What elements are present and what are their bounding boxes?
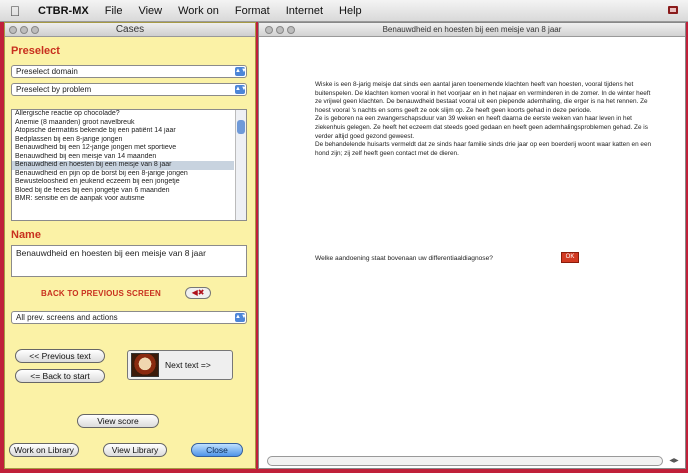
case-name-field[interactable]: Benauwdheid en hoesten bij een meisje va… bbox=[11, 245, 247, 277]
preselect-domain-value: Preselect domain bbox=[16, 67, 78, 76]
select-arrows-icon: ▲▼ bbox=[235, 313, 247, 322]
close-button[interactable]: Close bbox=[191, 443, 243, 457]
close-window-icon[interactable] bbox=[265, 26, 273, 34]
case-list-item[interactable]: Bloed bij de feces bij een jongetje van … bbox=[12, 187, 234, 196]
select-arrows-icon: ▲▼ bbox=[235, 67, 247, 76]
case-text-body: Wiske is een 8-jarig meisje dat sinds ee… bbox=[315, 81, 655, 158]
view-score-button[interactable]: View score bbox=[77, 414, 159, 428]
menu-help[interactable]: Help bbox=[331, 5, 370, 17]
case-paragraph: De behandelende huisarts vermeldt dat ze… bbox=[315, 141, 652, 157]
next-text-button[interactable]: Next text => bbox=[127, 350, 233, 380]
desktop:  CTBR-MX File View Work on Format Inter… bbox=[0, 0, 688, 473]
name-label: Name bbox=[11, 229, 41, 241]
view-library-button[interactable]: View Library bbox=[103, 443, 167, 457]
next-text-label: Next text => bbox=[165, 360, 211, 370]
case-paragraph: Wiske is een 8-jarig meisje dat sinds ee… bbox=[315, 81, 651, 114]
case-list-item[interactable]: Anemie (8 maanden) groot navelbreuk bbox=[12, 119, 234, 128]
preselect-label: Preselect bbox=[11, 45, 60, 57]
zoom-window-icon[interactable] bbox=[287, 26, 295, 34]
case-list-item[interactable]: BMR: sensitie en de aanpak voor autisme bbox=[12, 195, 234, 204]
case-list-item[interactable]: Bewusteloosheid en jeukend eczeem bij ee… bbox=[12, 178, 234, 187]
case-text-titlebar[interactable]: Benauwdheid en hoesten bij een meisje va… bbox=[259, 23, 685, 37]
window-controls bbox=[9, 26, 39, 34]
previous-screens-select[interactable]: All prev. screens and actions ▲▼ bbox=[11, 311, 247, 324]
select-arrows-icon: ▲▼ bbox=[235, 85, 247, 94]
diagnosis-question: Welke aandoening staat bovenaan uw diffe… bbox=[315, 255, 493, 262]
case-text-window: Benauwdheid en hoesten bij een meisje va… bbox=[258, 22, 686, 469]
preselect-domain-select[interactable]: Preselect domain ▲▼ bbox=[11, 65, 247, 78]
character-portrait-icon bbox=[131, 353, 159, 377]
case-list-item-selected[interactable]: Benauwdheid en hoesten bij een meisje va… bbox=[12, 161, 234, 170]
previous-text-button[interactable]: << Previous text bbox=[15, 349, 105, 363]
case-list-item[interactable]: Benauwdheid bij een 12-jarige jongen met… bbox=[12, 144, 234, 153]
back-to-previous-screen-label[interactable]: BACK TO PREVIOUS SCREEN bbox=[41, 289, 161, 298]
cases-window: Cases Preselect Preselect domain ▲▼ Pres… bbox=[4, 22, 256, 469]
minimize-window-icon[interactable] bbox=[20, 26, 28, 34]
menu-file[interactable]: File bbox=[97, 5, 131, 17]
zoom-window-icon[interactable] bbox=[31, 26, 39, 34]
work-on-library-button[interactable]: Work on Library bbox=[9, 443, 79, 457]
case-list[interactable]: Allergische reactie op chocolade? Anemie… bbox=[11, 109, 247, 221]
preselect-problem-value: Preselect by problem bbox=[16, 85, 92, 94]
menu-app-name[interactable]: CTBR-MX bbox=[30, 5, 97, 17]
window-controls bbox=[265, 26, 295, 34]
preselect-problem-select[interactable]: Preselect by problem ▲▼ bbox=[11, 83, 247, 96]
minimize-window-icon[interactable] bbox=[276, 26, 284, 34]
close-window-icon[interactable] bbox=[9, 26, 17, 34]
scrollbar-thumb[interactable] bbox=[237, 120, 245, 134]
case-list-item[interactable]: Benauwdheid en pijn op de borst bij een … bbox=[12, 170, 234, 179]
menu-status-icon[interactable] bbox=[666, 3, 680, 17]
case-list-item[interactable]: Bedplassen bij een 8-jarige jongen bbox=[12, 136, 234, 145]
cases-window-titlebar[interactable]: Cases bbox=[5, 23, 255, 37]
previous-screens-value: All prev. screens and actions bbox=[16, 313, 118, 322]
menu-format[interactable]: Format bbox=[227, 5, 278, 17]
case-list-item[interactable]: Benauwdheid bij een meisje van 14 maande… bbox=[12, 153, 234, 162]
menu-bar:  CTBR-MX File View Work on Format Inter… bbox=[0, 0, 688, 22]
back-to-start-button[interactable]: <= Back to start bbox=[15, 369, 105, 383]
case-list-item[interactable]: Atopische dermatitis bekende bij een pat… bbox=[12, 127, 234, 136]
answer-ok-button[interactable]: OK bbox=[561, 252, 579, 263]
scroll-arrows-icon[interactable]: ◀▶ bbox=[665, 456, 683, 466]
menu-internet[interactable]: Internet bbox=[278, 5, 331, 17]
apple-menu-icon[interactable]:  bbox=[0, 3, 30, 19]
case-list-scrollbar[interactable] bbox=[235, 110, 246, 220]
menu-view[interactable]: View bbox=[130, 5, 170, 17]
case-list-item[interactable]: Allergische reactie op chocolade? bbox=[12, 110, 234, 119]
case-paragraph: Ze is geboren na een zwangerschapsduur v… bbox=[315, 115, 648, 140]
case-text-window-title: Benauwdheid en hoesten bij een meisje va… bbox=[382, 25, 562, 34]
back-arrow-icon[interactable]: ◀✖ bbox=[185, 287, 211, 299]
cases-window-title: Cases bbox=[115, 24, 145, 35]
horizontal-scrollbar[interactable] bbox=[267, 456, 663, 466]
menu-work-on[interactable]: Work on bbox=[170, 5, 227, 17]
